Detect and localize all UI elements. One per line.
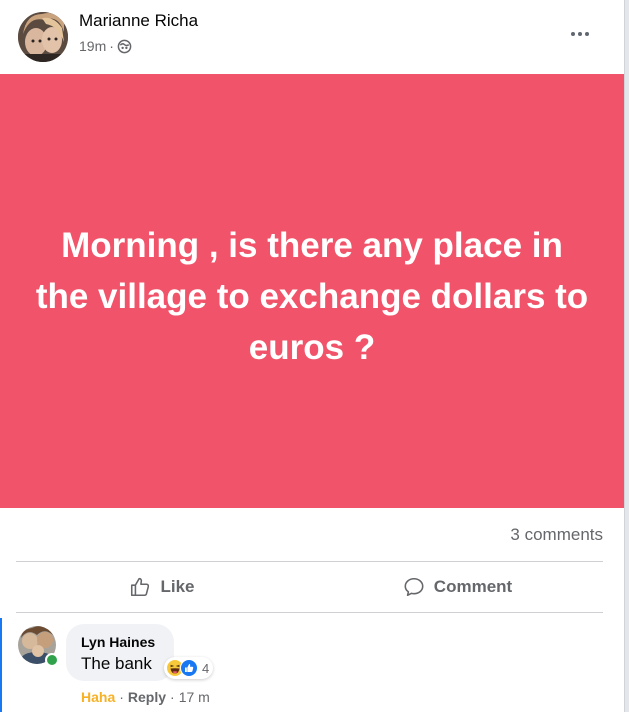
post-card: Marianne Richa 19m · Morning , is there …: [0, 0, 625, 712]
commenter-avatar[interactable]: [18, 626, 59, 667]
speech-bubble-icon: [404, 577, 424, 597]
comment-label: Comment: [433, 577, 513, 596]
author-avatar[interactable]: [18, 12, 68, 62]
more-options-icon[interactable]: [562, 22, 598, 46]
post-author-name[interactable]: Marianne Richa: [79, 11, 198, 31]
globe-icon[interactable]: [117, 39, 132, 54]
comments-count-link[interactable]: 3 comments: [510, 525, 603, 545]
online-status-dot: [45, 653, 59, 667]
action-separator: ·: [119, 689, 124, 705]
comment-button[interactable]: Comment: [312, 566, 603, 608]
commenter-name[interactable]: Lyn Haines: [81, 634, 155, 650]
comment-reactions[interactable]: 4: [164, 657, 214, 679]
comment-actions: Haha · Reply · 17 m: [81, 689, 210, 705]
like-icon: [180, 659, 198, 677]
post-meta: 19m ·: [79, 38, 132, 54]
thumbs-up-icon: [131, 577, 150, 597]
reaction-count: 4: [202, 660, 210, 676]
post-time[interactable]: 19m: [79, 38, 106, 54]
post-colored-background: Morning , is there any place in the vill…: [0, 74, 624, 508]
meta-separator: ·: [109, 38, 114, 54]
post-text: Morning , is there any place in the vill…: [35, 225, 589, 367]
comment-text: The bank: [81, 654, 152, 673]
like-label: Like: [160, 577, 195, 596]
comment-time[interactable]: 17 m: [179, 689, 210, 705]
haha-reaction-link[interactable]: Haha: [81, 689, 115, 705]
comment-highlight-bar: [0, 618, 2, 712]
action-separator: ·: [170, 689, 175, 705]
avatar-photo: [18, 12, 68, 62]
divider: [16, 612, 603, 613]
like-button[interactable]: Like: [16, 566, 308, 608]
post-header: Marianne Richa 19m ·: [0, 0, 624, 74]
reply-link[interactable]: Reply: [128, 689, 166, 705]
comment-bubble: Lyn Haines The bank: [66, 624, 174, 681]
divider: [16, 561, 603, 562]
